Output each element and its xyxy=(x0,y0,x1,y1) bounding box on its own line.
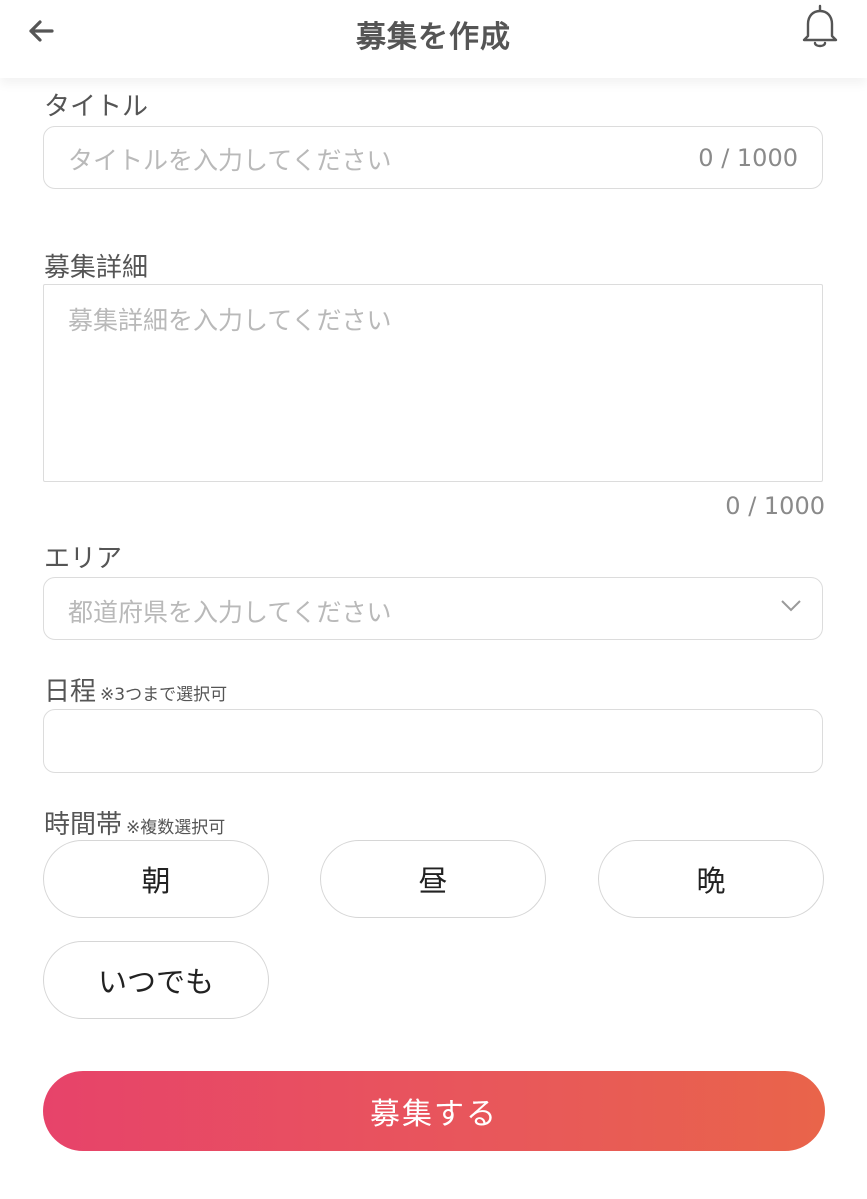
title-input[interactable]: タイトルを入力してください 0 / 1000 xyxy=(43,126,823,189)
area-label: エリア xyxy=(44,544,123,574)
area-placeholder: 都道府県を入力してください xyxy=(68,598,392,627)
detail-placeholder: 募集詳細を入力してください xyxy=(68,306,392,335)
schedule-note: ※3つまで選択可 xyxy=(100,685,228,705)
timeslot-anytime-button[interactable]: いつでも xyxy=(43,941,269,1019)
page-title: 募集を作成 xyxy=(356,20,511,55)
schedule-label: 日程 ※3つまで選択可 xyxy=(44,671,227,708)
timeslot-label-text: 時間帯 xyxy=(44,810,123,840)
timeslot-noon-button[interactable]: 昼 xyxy=(320,840,546,918)
timeslot-morning-button[interactable]: 朝 xyxy=(43,840,269,918)
title-placeholder: タイトルを入力してください xyxy=(68,146,392,175)
app-header: 募集を作成 xyxy=(0,0,867,78)
chevron-down-icon xyxy=(781,600,801,612)
timeslot-note: ※複数選択可 xyxy=(126,818,226,838)
schedule-input[interactable] xyxy=(43,709,823,773)
schedule-label-text: 日程 xyxy=(44,677,97,707)
detail-label: 募集詳細 xyxy=(44,253,149,283)
title-label: タイトル xyxy=(44,92,149,122)
timeslot-label: 時間帯 ※複数選択可 xyxy=(44,804,225,841)
submit-button[interactable]: 募集する xyxy=(43,1071,825,1151)
bell-icon[interactable] xyxy=(798,2,842,50)
detail-counter: 0 / 1000 xyxy=(725,492,825,520)
timeslot-evening-button[interactable]: 晩 xyxy=(598,840,824,918)
title-counter: 0 / 1000 xyxy=(698,144,798,172)
detail-textarea[interactable]: 募集詳細を入力してください xyxy=(43,284,823,482)
area-select[interactable]: 都道府県を入力してください xyxy=(43,577,823,640)
